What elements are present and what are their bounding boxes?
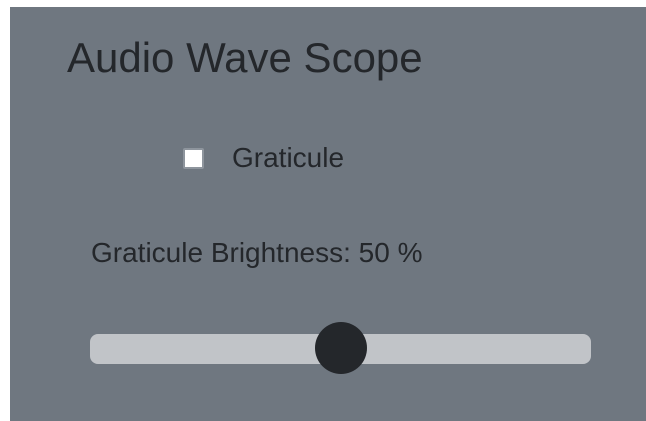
- graticule-label: Graticule: [232, 142, 345, 173]
- brightness-label: Graticule Brightness: 50 %: [91, 237, 423, 268]
- page-title: Audio Wave Scope: [67, 34, 423, 81]
- brightness-slider[interactable]: [90, 322, 591, 374]
- graticule-checkbox[interactable]: [183, 147, 204, 169]
- scope-settings-panel: Audio Wave Scope Graticule Graticule Bri…: [10, 7, 646, 421]
- brightness-slider-thumb[interactable]: [314, 322, 367, 374]
- graticule-toggle[interactable]: Graticule: [183, 141, 344, 175]
